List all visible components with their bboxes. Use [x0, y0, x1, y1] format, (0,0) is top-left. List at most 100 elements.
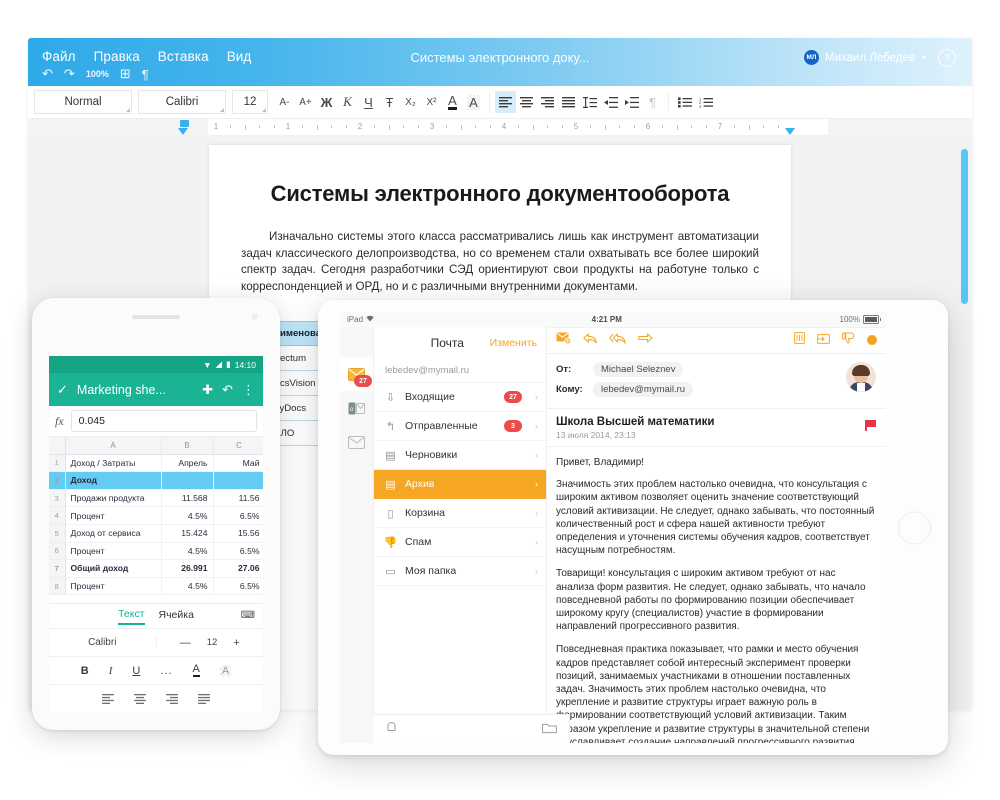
more-text-options-icon[interactable]: ...	[160, 665, 172, 677]
row-header[interactable]: 4	[49, 506, 66, 525]
bold-icon[interactable]: B	[81, 665, 89, 677]
sheet-cell[interactable]: Процент	[65, 506, 162, 525]
sheet-cell[interactable]: Доход от сервиса	[65, 524, 162, 543]
tab-cell[interactable]: Ячейка	[159, 609, 194, 624]
underline-icon[interactable]: U	[132, 665, 140, 677]
strikethrough-icon[interactable]: Ŧ	[379, 91, 400, 113]
rail-item-outlook[interactable]: o	[340, 391, 373, 425]
help-icon[interactable]: ?	[938, 49, 956, 67]
decrease-size-button[interactable]: —	[180, 637, 191, 649]
spam-icon[interactable]	[842, 331, 855, 349]
ruler-indent-marker-left[interactable]	[180, 120, 189, 127]
sheet-row[interactable]: 5 Доход от сервиса 15.424 15.56	[49, 524, 263, 543]
bullet-list-icon[interactable]	[674, 91, 695, 113]
sheet-cell[interactable]: Доход	[65, 471, 162, 490]
row-header[interactable]: 1	[49, 454, 66, 473]
sheet-row[interactable]: 6 Процент 4.5% 6.5%	[49, 542, 263, 561]
increase-size-button[interactable]: +	[233, 637, 239, 649]
alert-icon[interactable]	[385, 721, 398, 737]
italic-icon[interactable]: I	[109, 665, 113, 677]
to-value[interactable]: lebedev@mymail.ru	[593, 382, 694, 397]
phone-font-select[interactable]: Calibri	[49, 637, 157, 648]
column-header[interactable]: A	[65, 437, 162, 455]
sidebar-item-отправленные[interactable]: ↰ Отправленные 3 ›	[374, 412, 546, 441]
keyboard-icon[interactable]: ⌨	[241, 610, 255, 621]
align-justify-icon[interactable]	[198, 693, 210, 704]
sheet-cell[interactable]: Процент	[65, 577, 162, 596]
highlight-color-icon[interactable]: A	[219, 664, 232, 677]
sheet-cell[interactable]: Май	[213, 454, 263, 473]
sidebar-item-моя-папка[interactable]: ▭ Моя папка ›	[374, 557, 546, 586]
align-left-icon[interactable]	[495, 91, 516, 113]
zoom-level[interactable]: 100%	[86, 69, 109, 79]
folder-icon[interactable]	[542, 722, 557, 737]
row-header[interactable]: 5	[49, 524, 66, 543]
redo-icon[interactable]: ↷	[64, 66, 75, 82]
font-color-icon[interactable]: A	[442, 91, 463, 113]
sheet-cell[interactable]: 26.991	[161, 559, 214, 578]
vertical-scrollbar[interactable]	[960, 141, 968, 704]
sheet-cell[interactable]	[213, 471, 263, 490]
sidebar-item-корзина[interactable]: ▯ Корзина ›	[374, 499, 546, 528]
sidebar-item-архив[interactable]: ▤ Архив ›	[374, 470, 546, 499]
line-spacing-icon[interactable]	[579, 91, 600, 113]
scrollbar-thumb[interactable]	[961, 149, 968, 304]
select-all-corner[interactable]	[49, 437, 66, 455]
from-value[interactable]: Michael Seleznev	[593, 362, 684, 377]
sheet-cell[interactable]: 15.424	[161, 524, 214, 543]
align-center-icon[interactable]	[516, 91, 537, 113]
sheet-cell[interactable]: 15.56	[213, 524, 263, 543]
indent-increase-icon[interactable]	[621, 91, 642, 113]
row-header[interactable]: 2	[49, 471, 66, 490]
sheet-cell[interactable]: 11.56	[213, 489, 263, 508]
align-right-icon[interactable]	[537, 91, 558, 113]
sheet-row[interactable]: 4 Процент 4.5% 6.5%	[49, 506, 263, 525]
italic-icon[interactable]: К	[337, 91, 358, 113]
sheet-cell[interactable]	[161, 471, 214, 490]
subscript-icon[interactable]: X₂	[400, 91, 421, 113]
ruler-first-line-indent[interactable]	[178, 128, 188, 135]
sheet-row[interactable]: 2 Доход	[49, 471, 263, 490]
row-header[interactable]: 3	[49, 489, 66, 508]
sidebar-item-черновики[interactable]: ▤ Черновики ›	[374, 441, 546, 470]
row-header[interactable]: 6	[49, 542, 66, 561]
sheet-cell[interactable]: 4.5%	[161, 577, 214, 596]
sheet-cell[interactable]: 6.5%	[213, 542, 263, 561]
sheet-cell[interactable]: Апрель	[161, 454, 214, 473]
edit-button[interactable]: Изменить	[490, 337, 537, 349]
pilcrow-icon[interactable]: ¶	[142, 67, 149, 82]
sheet-cell[interactable]: Продажи продукта	[65, 489, 162, 508]
increase-font-size-icon[interactable]: A+	[295, 91, 316, 113]
home-button[interactable]	[898, 511, 931, 544]
font-family-select[interactable]: Calibri	[138, 90, 226, 114]
font-color-icon[interactable]: A	[192, 664, 200, 677]
sidebar-item-спам[interactable]: 👎 Спам ›	[374, 528, 546, 557]
paragraph-mark-icon[interactable]: ¶	[642, 91, 663, 113]
sheet-cell[interactable]: 6.5%	[213, 577, 263, 596]
forward-icon[interactable]	[638, 331, 653, 349]
sheet-cell[interactable]: 11.568	[161, 489, 214, 508]
bold-icon[interactable]: Ж	[316, 91, 337, 113]
sidebar-item-входящие[interactable]: ⇩ Входящие 27 ›	[374, 383, 546, 412]
tab-text[interactable]: Текст	[118, 608, 145, 625]
formula-input[interactable]: 0.045	[70, 410, 257, 432]
spreadsheet-title[interactable]: Marketing she...	[77, 383, 193, 397]
undo-icon[interactable]: ↶	[42, 66, 53, 82]
superscript-icon[interactable]: X²	[421, 91, 442, 113]
sheet-row[interactable]: 1 Доход / Затраты Апрель Май	[49, 454, 263, 473]
decrease-font-size-icon[interactable]: A-	[274, 91, 295, 113]
sheet-cell[interactable]: 4.5%	[161, 542, 214, 561]
user-menu[interactable]: МЛ Михаил Лебедев ▾	[804, 50, 926, 65]
rail-item-mail[interactable]: 27	[340, 357, 373, 391]
reply-icon[interactable]	[583, 331, 597, 349]
undo-icon[interactable]: ↶	[222, 382, 233, 398]
column-header[interactable]: B	[161, 437, 214, 455]
archive-icon[interactable]	[817, 331, 830, 349]
sheet-cell[interactable]: Общий доход	[65, 559, 162, 578]
flag-dot-icon[interactable]	[867, 335, 877, 345]
numbered-list-icon[interactable]: 123	[695, 91, 716, 113]
align-right-icon[interactable]	[166, 693, 178, 704]
new-mail-icon[interactable]	[556, 331, 572, 349]
paragraph-style-select[interactable]: Normal	[34, 90, 132, 114]
spreadsheet-grid[interactable]: ABC 1 Доход / Затраты Апрель Май 2 Доход 3 Прод…	[49, 437, 263, 596]
